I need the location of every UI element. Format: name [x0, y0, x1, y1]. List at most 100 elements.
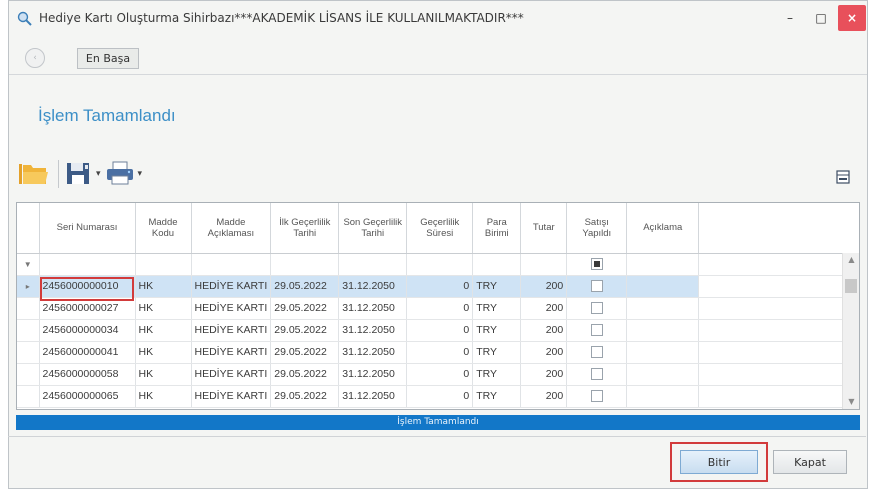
table-row[interactable]: 2456000000065 HK HEDİYE KARTI 29.05.2022 31.… [17, 385, 843, 408]
cell-satis[interactable] [566, 319, 628, 342]
cell-seri[interactable]: 2456000000065 [39, 385, 136, 408]
filter-cell[interactable] [135, 253, 192, 276]
cell-sure[interactable]: 0 [406, 319, 474, 342]
cell-para[interactable]: TRY [472, 275, 522, 298]
cell-aciklama-note[interactable] [626, 297, 700, 320]
cell-aciklama[interactable]: HEDİYE KARTI [191, 319, 272, 342]
cell-son[interactable]: 31.12.2050 [338, 297, 408, 320]
cell-para[interactable]: TRY [472, 385, 522, 408]
filter-cell[interactable] [566, 253, 628, 276]
printer-icon[interactable] [105, 160, 137, 188]
cell-tutar[interactable]: 200 [520, 341, 568, 364]
cell-son[interactable]: 31.12.2050 [338, 319, 408, 342]
cell-seri[interactable]: 2456000000034 [39, 319, 136, 342]
filter-cell[interactable] [338, 253, 408, 276]
en-basa-button[interactable]: En Başa [77, 48, 139, 69]
cell-aciklama-note[interactable] [626, 385, 700, 408]
cell-sure[interactable]: 0 [406, 341, 474, 364]
cell-para[interactable]: TRY [472, 297, 522, 320]
cell-sure[interactable]: 0 [406, 385, 474, 408]
satis-checkbox[interactable] [590, 390, 603, 403]
satis-checkbox[interactable] [590, 346, 603, 359]
filter-cell[interactable] [406, 253, 474, 276]
cell-ilk[interactable]: 29.05.2022 [270, 385, 340, 408]
cell-para[interactable]: TRY [472, 363, 522, 386]
cell-aciklama[interactable]: HEDİYE KARTI [191, 363, 272, 386]
cell-tutar[interactable]: 200 [520, 297, 568, 320]
cell-sure[interactable]: 0 [406, 297, 474, 320]
cell-aciklama-note[interactable] [626, 363, 700, 386]
cell-son[interactable]: 31.12.2050 [338, 385, 408, 408]
column-header-tutar[interactable]: Tutar [520, 203, 568, 254]
cell-satis[interactable] [566, 297, 628, 320]
filter-cell[interactable] [270, 253, 340, 276]
filter-checkbox[interactable] [590, 258, 603, 271]
cell-aciklama-note[interactable] [626, 319, 700, 342]
cell-aciklama-note[interactable] [626, 275, 700, 298]
close-button[interactable]: Kapat [773, 450, 847, 474]
column-header-son-gecerlilik[interactable]: Son Geçerlilik Tarihi [338, 203, 408, 254]
satis-checkbox[interactable] [590, 302, 603, 315]
cell-aciklama-note[interactable] [626, 341, 700, 364]
cell-satis[interactable] [566, 363, 628, 386]
cell-ilk[interactable]: 29.05.2022 [270, 297, 340, 320]
cell-para[interactable]: TRY [472, 319, 522, 342]
cell-kod[interactable]: HK [135, 385, 192, 408]
cell-seri[interactable]: 2456000000058 [39, 363, 136, 386]
column-header-madde-aciklamasi[interactable]: Madde Açıklaması [191, 203, 272, 254]
cell-aciklama[interactable]: HEDİYE KARTI [191, 385, 272, 408]
cell-sure[interactable]: 0 [406, 275, 474, 298]
cell-son[interactable]: 31.12.2050 [338, 275, 408, 298]
folder-open-icon[interactable] [18, 160, 52, 188]
cell-ilk[interactable]: 29.05.2022 [270, 275, 340, 298]
cell-ilk[interactable]: 29.05.2022 [270, 319, 340, 342]
cell-son[interactable]: 31.12.2050 [338, 341, 408, 364]
column-header-madde-kodu[interactable]: Madde Kodu [135, 203, 192, 254]
column-header-seri[interactable]: Seri Numarası [39, 203, 136, 254]
save-icon[interactable] [65, 160, 95, 188]
cell-aciklama[interactable]: HEDİYE KARTI [191, 297, 272, 320]
cell-kod[interactable]: HK [135, 275, 192, 298]
satis-checkbox[interactable] [590, 368, 603, 381]
column-header-satisi-yapildi[interactable]: Satışı Yapıldı [566, 203, 628, 254]
cell-son[interactable]: 31.12.2050 [338, 363, 408, 386]
table-row[interactable]: 2456000000058 HK HEDİYE KARTI 29.05.2022 31.… [17, 363, 843, 386]
table-row[interactable]: 2456000000041 HK HEDİYE KARTI 29.05.2022 31.… [17, 341, 843, 364]
close-window-button[interactable]: × [838, 5, 866, 31]
cell-ilk[interactable]: 29.05.2022 [270, 341, 340, 364]
cell-kod[interactable]: HK [135, 297, 192, 320]
grid-layout-icon[interactable] [836, 170, 850, 184]
column-header-ilk-gecerlilik[interactable]: İlk Geçerlilik Tarihi [270, 203, 340, 254]
cell-kod[interactable]: HK [135, 319, 192, 342]
filter-cell[interactable] [191, 253, 272, 276]
filter-cell[interactable] [520, 253, 568, 276]
cell-tutar[interactable]: 200 [520, 363, 568, 386]
maximize-button[interactable]: □ [807, 5, 835, 31]
scroll-down-icon[interactable]: ▼ [843, 395, 859, 409]
filter-row[interactable]: ▼ [17, 253, 843, 276]
scroll-up-icon[interactable]: ▲ [843, 253, 859, 267]
cell-tutar[interactable]: 200 [520, 319, 568, 342]
cell-satis[interactable] [566, 341, 628, 364]
cell-aciklama[interactable]: HEDİYE KARTI [191, 341, 272, 364]
column-header-aciklama[interactable]: Açıklama [626, 203, 700, 254]
satis-checkbox[interactable] [590, 280, 603, 293]
cell-sure[interactable]: 0 [406, 363, 474, 386]
scroll-thumb[interactable] [845, 279, 857, 293]
cell-seri[interactable]: 2456000000041 [39, 341, 136, 364]
filter-cell[interactable] [626, 253, 700, 276]
cell-satis[interactable] [566, 275, 628, 298]
table-row[interactable]: 2456000000034 HK HEDİYE KARTI 29.05.2022 31.… [17, 319, 843, 342]
column-header-gecerlilik-suresi[interactable]: Geçerlilik Süresi [406, 203, 474, 254]
vertical-scrollbar[interactable]: ▲ ▼ [842, 253, 859, 409]
back-button[interactable]: ‹ [25, 48, 45, 68]
cell-ilk[interactable]: 29.05.2022 [270, 363, 340, 386]
cell-kod[interactable]: HK [135, 363, 192, 386]
table-row[interactable]: ▸ 2456000000010 HK HEDİYE KARTI 29.05.2022 31… [17, 275, 843, 298]
filter-cell[interactable] [39, 253, 136, 276]
cell-para[interactable]: TRY [472, 341, 522, 364]
column-header-para-birimi[interactable]: Para Birimi [472, 203, 522, 254]
satis-checkbox[interactable] [590, 324, 603, 337]
cell-tutar[interactable]: 200 [520, 275, 568, 298]
table-row[interactable]: 2456000000027 HK HEDİYE KARTI 29.05.2022 31.… [17, 297, 843, 320]
